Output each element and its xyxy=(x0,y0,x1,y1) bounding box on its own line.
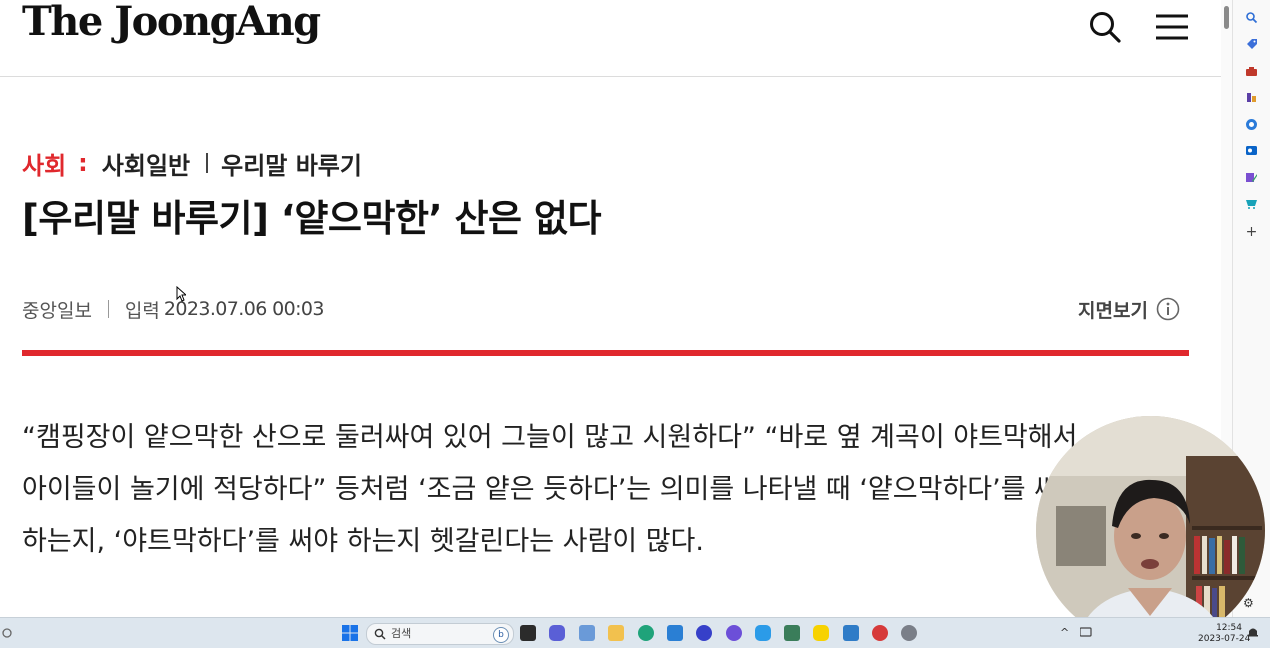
app-icon-3[interactable] xyxy=(755,625,771,641)
category-series[interactable]: 우리말 바루기 xyxy=(221,146,362,181)
app-icon-5[interactable] xyxy=(901,625,917,641)
taskbar-search-input[interactable]: 검색 b xyxy=(366,623,514,645)
clock-date[interactable]: 2023-07-24 xyxy=(1198,634,1250,644)
office-icon[interactable] xyxy=(1245,118,1258,131)
network-icon[interactable] xyxy=(1080,627,1092,637)
outlook-icon[interactable] xyxy=(1245,144,1258,157)
webcam-video xyxy=(1036,416,1265,645)
search-icon[interactable] xyxy=(1088,10,1122,44)
app-icon-4[interactable] xyxy=(872,625,888,641)
mouse-cursor-icon xyxy=(176,286,186,302)
category-divider xyxy=(206,153,209,173)
site-header: The JoongAng xyxy=(0,0,1221,77)
file-explorer-icon[interactable] xyxy=(608,625,624,641)
category-sub[interactable]: 사회일반 xyxy=(102,146,190,181)
task-view-icon[interactable] xyxy=(520,625,536,641)
webcam-overlay[interactable] xyxy=(1036,416,1265,645)
print-view-button[interactable]: 지면보기 xyxy=(1078,296,1180,322)
app-icon-1[interactable] xyxy=(696,625,712,641)
app-icon-2[interactable] xyxy=(726,625,742,641)
store-icon[interactable] xyxy=(667,625,683,641)
search-icon xyxy=(374,628,386,640)
article-meta: 중앙일보 입력 2023.07.06 00:03 xyxy=(22,296,324,322)
site-logo[interactable]: The JoongAng xyxy=(22,0,321,45)
title-divider-rule xyxy=(22,350,1189,356)
teams-chat-icon[interactable] xyxy=(549,625,565,641)
windows-taskbar: 검색 b ^ 12:54 2023-07-24 xyxy=(0,617,1270,648)
category-separator: : xyxy=(78,149,88,177)
info-circle-icon xyxy=(1156,297,1180,321)
search-placeholder: 검색 xyxy=(391,627,412,640)
search-icon[interactable] xyxy=(1245,11,1258,24)
category-breadcrumb: 사회 : 사회일반 우리말 바루기 xyxy=(22,146,362,180)
shopping-icon[interactable] xyxy=(1245,197,1258,210)
tray-overflow-chevron-icon[interactable]: ^ xyxy=(1060,626,1069,639)
article-title: [우리말 바루기] ‘얕으막한’ 산은 없다 xyxy=(22,197,602,240)
hamburger-menu-icon[interactable] xyxy=(1155,10,1189,44)
tag-icon[interactable] xyxy=(1245,38,1258,51)
settings-app-icon[interactable] xyxy=(579,625,595,641)
widgets-icon[interactable] xyxy=(2,626,12,638)
bing-icon[interactable]: b xyxy=(493,627,509,643)
chess-icon[interactable] xyxy=(1245,91,1258,104)
category-main[interactable]: 사회 xyxy=(22,146,66,181)
kakaotalk-icon[interactable] xyxy=(813,625,829,641)
edge-browser-icon[interactable] xyxy=(638,625,654,641)
meta-divider xyxy=(107,300,109,318)
clock-time[interactable]: 12:54 xyxy=(1198,623,1242,633)
body-line: “캠핑장이 얕으막한 산으로 둘러싸여 있어 그늘이 많고 시원하다” “바로 … xyxy=(22,422,1078,453)
windows-start-icon[interactable] xyxy=(342,625,358,641)
scrollbar-thumb[interactable] xyxy=(1224,6,1229,29)
briefcase-icon[interactable] xyxy=(1245,65,1258,78)
edit-icon[interactable] xyxy=(1245,171,1258,184)
print-view-label: 지면보기 xyxy=(1078,299,1148,322)
notification-bell-icon[interactable] xyxy=(1247,626,1259,639)
article-source: 중앙일보 xyxy=(22,299,92,322)
gear-icon[interactable]: ⚙ xyxy=(1243,596,1254,610)
date-label: 입력 xyxy=(124,299,160,322)
publish-date: 2023.07.06 00:03 xyxy=(163,298,325,320)
add-icon[interactable]: + xyxy=(1245,225,1258,239)
photos-icon[interactable] xyxy=(843,625,859,641)
notepad-icon[interactable] xyxy=(784,625,800,641)
